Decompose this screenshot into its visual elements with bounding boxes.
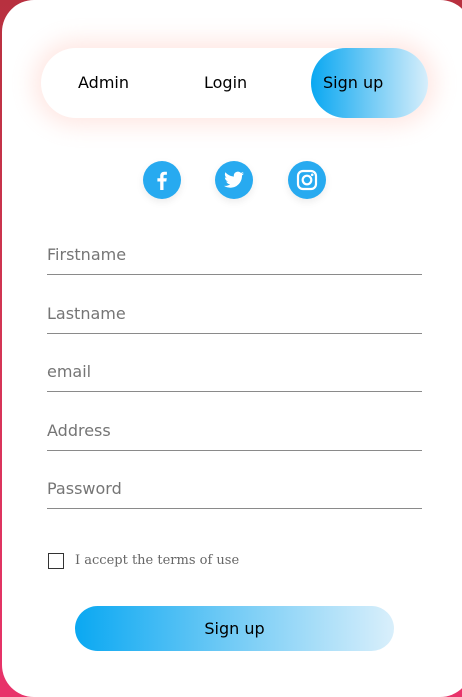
terms-label: I accept the terms of use	[75, 553, 240, 568]
password-input[interactable]	[47, 468, 422, 509]
firstname-input[interactable]	[47, 234, 422, 275]
instagram-button[interactable]	[288, 161, 326, 199]
facebook-button[interactable]	[143, 161, 181, 199]
instagram-icon	[296, 169, 318, 191]
tab-admin[interactable]: Admin	[78, 48, 129, 118]
signup-submit-button[interactable]: Sign up	[75, 606, 394, 651]
auth-tab-bar: Admin Login Sign up	[41, 48, 428, 118]
tab-signup[interactable]: Sign up	[311, 48, 428, 118]
email-input[interactable]	[47, 351, 422, 392]
address-input[interactable]	[47, 410, 422, 451]
signup-card: Admin Login Sign up I accept the terms o…	[2, 0, 462, 697]
twitter-icon	[224, 171, 244, 188]
facebook-icon	[157, 171, 167, 190]
lastname-input[interactable]	[47, 293, 422, 334]
twitter-button[interactable]	[215, 161, 253, 199]
tab-login[interactable]: Login	[204, 48, 247, 118]
terms-checkbox[interactable]	[48, 553, 64, 569]
